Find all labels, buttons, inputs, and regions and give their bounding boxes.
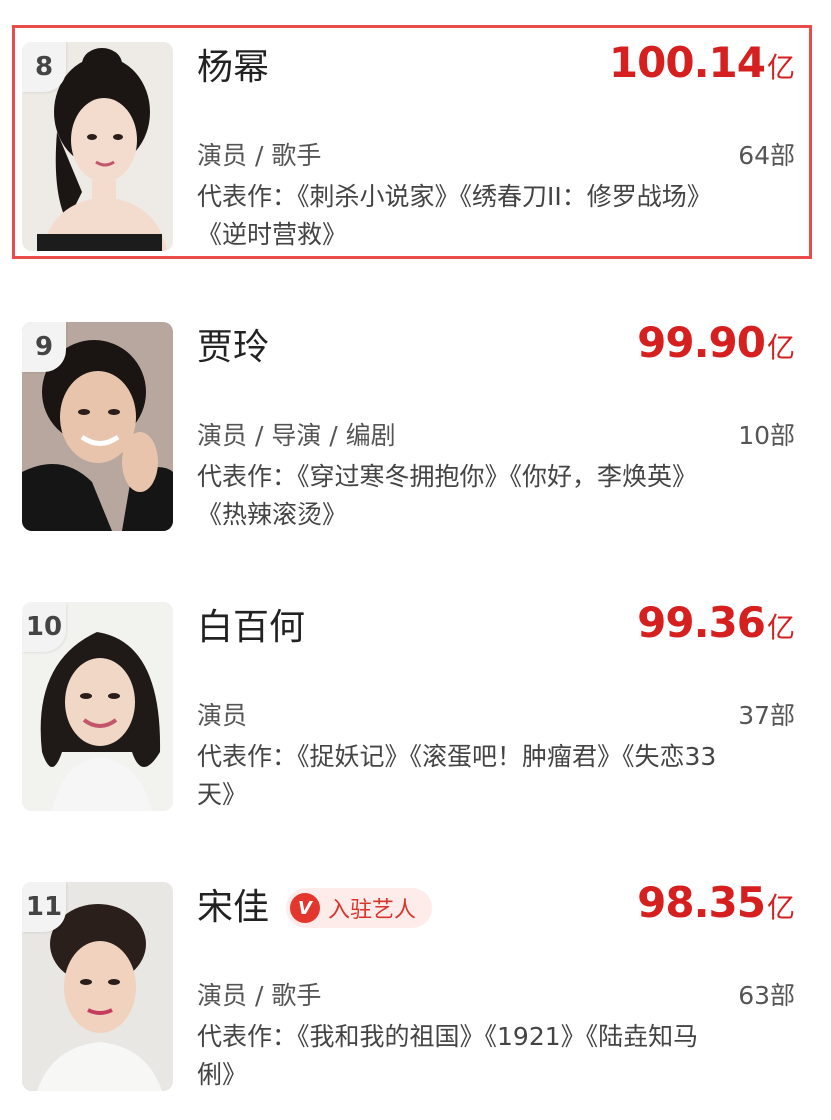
- box-office-value: 99.90: [637, 318, 766, 367]
- box-office-unit: 亿: [766, 51, 795, 84]
- ranking-card[interactable]: 8 杨幂 100.14 亿 演员 / 歌手 64部 代表作：《刺杀小说家》《绣春…: [0, 0, 831, 280]
- representative-works: 代表作：《穿过寒冬拥抱你》《你好，李焕英》《热辣滚烫》: [197, 462, 698, 529]
- actor-name[interactable]: 贾玲: [197, 326, 269, 370]
- representative-works: 代表作：《我和我的祖国》《1921》《陆垚知马俐》: [197, 1022, 699, 1089]
- actor-photo[interactable]: 8: [22, 42, 173, 251]
- box-office: 99.36 亿: [637, 598, 795, 647]
- actor-photo[interactable]: 10: [22, 602, 173, 811]
- verified-artist-badge[interactable]: V 入驻艺人: [286, 888, 433, 928]
- representative-works: 代表作：《刺杀小说家》《绣春刀II：修罗战场》《逆时营救》: [197, 182, 712, 249]
- rank-badge: 10: [22, 602, 66, 652]
- works-count: 10部: [738, 421, 795, 450]
- verified-artist-label: 入驻艺人: [328, 898, 417, 923]
- actor-name[interactable]: 杨幂: [197, 46, 269, 90]
- representative-works: 代表作：《捉妖记》《滚蛋吧！肿瘤君》《失恋33天》: [197, 742, 717, 809]
- actor-photo[interactable]: 9: [22, 322, 173, 531]
- box-office: 99.90 亿: [637, 318, 795, 367]
- actor-photo[interactable]: 11: [22, 882, 173, 1091]
- actor-roles: 演员 / 导演 / 编剧: [197, 421, 396, 450]
- actor-roles: 演员: [197, 701, 248, 730]
- box-office-unit: 亿: [766, 331, 795, 364]
- works-count: 63部: [738, 981, 795, 1010]
- rank-badge: 11: [22, 882, 66, 932]
- box-office-unit: 亿: [766, 891, 795, 924]
- works-count: 64部: [738, 141, 795, 170]
- actor-roles: 演员 / 歌手: [197, 981, 322, 1010]
- ranking-card[interactable]: 9 贾玲 99.90 亿 演员 / 导演 / 编剧 10部 代表作：《穿过寒冬拥…: [0, 280, 831, 560]
- actor-name[interactable]: 宋佳: [197, 886, 269, 930]
- verified-v-icon: V: [290, 893, 320, 923]
- box-office: 98.35 亿: [637, 878, 795, 927]
- actor-roles: 演员 / 歌手: [197, 141, 322, 170]
- ranking-card[interactable]: 10 白百何 99.36 亿 演员 37部 代表作：《捉妖记》《滚蛋吧！肿瘤君》…: [0, 560, 831, 840]
- box-office-value: 98.35: [637, 878, 766, 927]
- box-office-value: 99.36: [637, 598, 766, 647]
- rank-badge: 8: [22, 42, 66, 92]
- works-count: 37部: [738, 701, 795, 730]
- box-office-unit: 亿: [766, 611, 795, 644]
- ranking-card[interactable]: 11 宋佳 V 入驻艺人 98.35 亿 演员 / 歌手 63部 代表作：《我和…: [0, 840, 831, 1120]
- rank-badge: 9: [22, 322, 66, 372]
- box-office: 100.14 亿: [609, 38, 795, 87]
- box-office-value: 100.14: [608, 38, 766, 87]
- actor-name[interactable]: 白百何: [197, 606, 305, 650]
